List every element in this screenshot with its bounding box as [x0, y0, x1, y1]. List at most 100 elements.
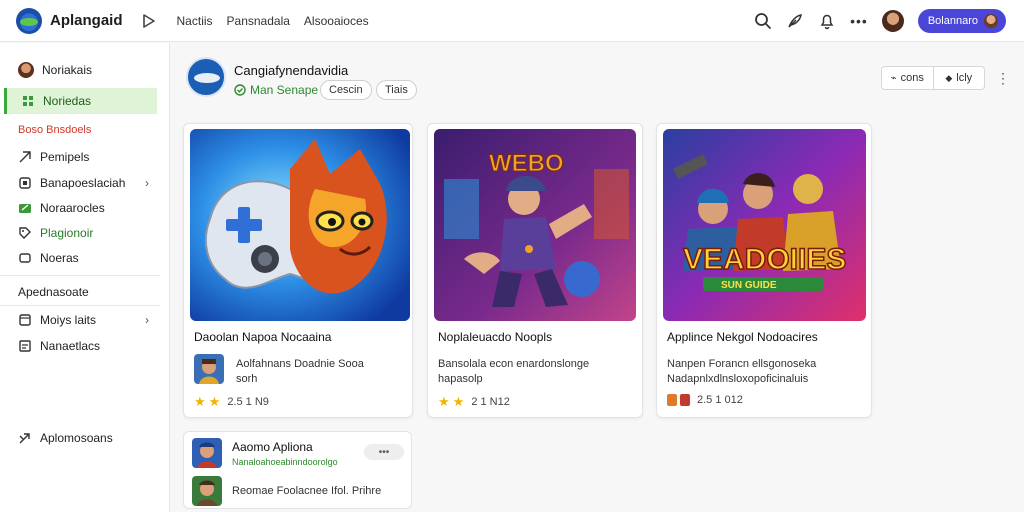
- chevron-right-icon: ›: [145, 176, 149, 190]
- sidebar-item[interactable]: Aplomosoans: [4, 425, 157, 451]
- doc-icon: [19, 340, 31, 352]
- sidebar-item-label: Noraarocles: [40, 201, 105, 215]
- avatar: [18, 62, 34, 78]
- sidebar-item[interactable]: Noraarocles: [4, 195, 157, 221]
- user-name: Bolannaro: [927, 14, 978, 27]
- rating-value: 2 1 N12: [471, 396, 510, 408]
- game-card[interactable]: VEADOIIES SUN GUIDE Applince Nekgol Nodo…: [656, 123, 872, 418]
- sidebar-item-label: Noriedas: [43, 94, 92, 108]
- chevron-right-icon: ›: [145, 313, 149, 327]
- card-rating: 2.5 1 012: [667, 394, 743, 406]
- more-icon[interactable]: •••: [850, 13, 868, 29]
- sidebar-item[interactable]: Nanaetlacs: [4, 333, 157, 359]
- sidebar-item-label: Aplomosoans: [40, 431, 113, 445]
- mini-second-line: Reomae Foolacnee Ifol. Prihre: [232, 485, 382, 497]
- card-rating: ★ ★ 2 1 N12: [438, 394, 510, 410]
- feather-icon[interactable]: [786, 12, 804, 30]
- card-title: Noplaleuacdo Noopls: [438, 330, 553, 344]
- top-nav: Nactiis Pansnadala Alsooaioces: [177, 14, 369, 28]
- app-logo[interactable]: [16, 7, 42, 34]
- user-avatar-icon: [984, 13, 998, 28]
- game-art: WEBO: [434, 129, 636, 321]
- card-description: Bansolala econ enardonslonge hapasolp: [438, 358, 590, 385]
- sidebar-section-heading: Apednasoate: [18, 285, 89, 299]
- check-circle-icon: [234, 84, 246, 96]
- star-icon: ★: [194, 394, 206, 409]
- action-label: lcly: [956, 72, 973, 84]
- divider: [0, 275, 160, 276]
- svg-text:WEBO: WEBO: [489, 150, 564, 177]
- tag-icon: [19, 227, 31, 239]
- sidebar-item-label: Noriakais: [42, 63, 93, 77]
- rating-value: 2.5 1 N9: [227, 396, 269, 408]
- game-art: [190, 129, 410, 321]
- card-description: Aolfahnans Doadnie Sooa sorh: [236, 358, 364, 385]
- sidebar-item[interactable]: Pemipels: [4, 144, 157, 170]
- bell-icon[interactable]: [818, 12, 836, 30]
- app-icon: [192, 476, 222, 506]
- more-vertical-icon[interactable]: ⋮: [996, 70, 1010, 87]
- sidebar-section-label: Boso Bnsdoels: [18, 124, 92, 136]
- mini-subtitle: Nanaloahoeabinndoorolgo: [232, 456, 338, 467]
- svg-text:SUN GUIDE: SUN GUIDE: [721, 280, 777, 291]
- top-nav-item[interactable]: Alsooaioces: [304, 14, 369, 28]
- send-icon: [19, 151, 31, 163]
- action-group: ⌁ cons ◆ lcly: [881, 66, 985, 90]
- diamond-icon: ◆: [945, 72, 953, 83]
- action-label: cons: [900, 72, 924, 84]
- avatar[interactable]: [881, 9, 904, 32]
- mini-title: Aaomo Apliona: [232, 439, 313, 454]
- box-icon: [19, 253, 31, 263]
- sidebar-item[interactable]: Moiys laits ›: [4, 307, 157, 333]
- game-card[interactable]: Daoolan Napoa Nocaaina Aolfahnans Doadni…: [183, 123, 413, 418]
- share-icon: [19, 433, 30, 444]
- search-icon[interactable]: [754, 12, 772, 30]
- sidebar-item[interactable]: Plagionoir: [4, 220, 157, 246]
- rating-value: 2.5 1 012: [697, 394, 743, 406]
- sidebar-item-label: Banapoeslaciah: [40, 176, 126, 190]
- sidebar-item-label: Noeras: [40, 251, 79, 265]
- brand-name: Aplangaid: [50, 12, 123, 29]
- mini-row: Aaomo Apliona Nanaloahoeabinndoorolgo: [192, 438, 338, 468]
- mini-card[interactable]: Aaomo Apliona Nanaloahoeabinndoorolgo ••…: [183, 431, 412, 509]
- app-icon: [192, 438, 222, 468]
- publisher-name: Cangiafynendavidia: [234, 63, 349, 78]
- top-bar: Aplangaid Nactiis Pansnadala Alsooaioces…: [0, 0, 1024, 42]
- action-button[interactable]: ⌁ cons: [882, 67, 933, 89]
- star-icon: ★: [452, 394, 465, 409]
- user-menu-button[interactable]: Bolannaro: [917, 8, 1006, 33]
- chip[interactable]: Cescin: [320, 80, 372, 100]
- top-nav-item[interactable]: Nactiis: [177, 14, 213, 28]
- top-nav-item[interactable]: Pansnadala: [227, 14, 290, 28]
- badge-icon: [680, 394, 690, 406]
- mini-row: Reomae Foolacnee Ifol. Prihre: [192, 476, 381, 506]
- verified-label: Man Senape: [250, 83, 319, 97]
- grid-icon: [23, 96, 33, 106]
- sidebar-item-label: Pemipels: [40, 150, 90, 164]
- window-icon: [19, 314, 31, 326]
- chip[interactable]: Tiais: [376, 80, 417, 100]
- game-card[interactable]: WEBO Noplaleuacdo Noopls Bansolala econ …: [427, 123, 643, 418]
- game-art: VEADOIIES SUN GUIDE: [663, 129, 866, 321]
- publisher-logo[interactable]: [186, 57, 226, 97]
- action-button[interactable]: ◆ lcly: [932, 67, 985, 89]
- sidebar-item-profile[interactable]: Noriakais: [4, 57, 157, 83]
- sidebar-item[interactable]: Banapoeslaciah ›: [4, 170, 157, 196]
- sidebar: Noriakais Noriedas Boso Bnsdoels Pemipel…: [0, 43, 170, 512]
- card-title: Daoolan Napoa Nocaaina: [194, 330, 332, 344]
- sidebar-item-label: Plagionoir: [40, 226, 94, 240]
- badge-icon: [667, 394, 677, 406]
- square-icon: [19, 177, 31, 189]
- play-icon[interactable]: [141, 13, 157, 29]
- star-icon: ★: [438, 394, 450, 409]
- sidebar-item[interactable]: Noeras: [4, 245, 157, 271]
- verified-badge: Man Senape: [234, 83, 318, 97]
- sidebar-item-active[interactable]: Noriedas: [4, 88, 157, 114]
- more-button[interactable]: •••: [364, 444, 404, 460]
- sidebar-item-label: Moiys laits: [40, 313, 97, 327]
- divider: [0, 305, 160, 306]
- svg-text:VEADOIIES: VEADOIIES: [683, 243, 846, 276]
- card-thumbnail: [194, 354, 224, 384]
- card-description: Nanpen Forancn ellsgonoseka Nadapnlxdlns…: [667, 358, 817, 385]
- edit-icon: [19, 204, 31, 213]
